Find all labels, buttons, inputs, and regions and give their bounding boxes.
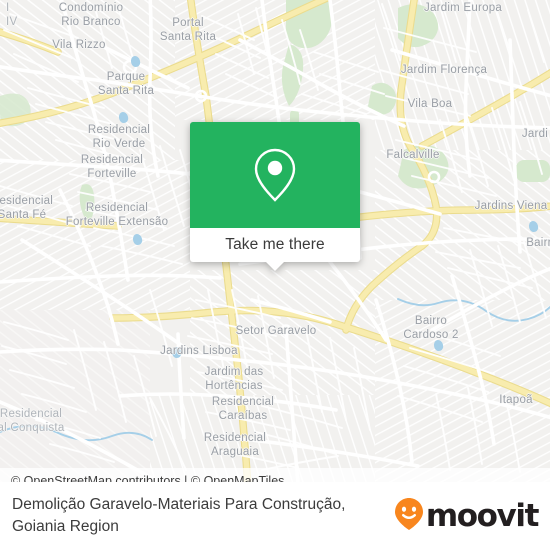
map-screenshot: I IV Condomínio Rio Branco Portal Santa Ri… — [0, 0, 550, 550]
map-popup-card[interactable]: Take me there — [190, 122, 360, 271]
moovit-smiley-pin-icon — [394, 497, 424, 536]
page-title: Demolição Garavelo-Materiais Para Constr… — [12, 496, 346, 535]
page-footer: Demolição Garavelo-Materiais Para Constr… — [0, 482, 550, 550]
take-me-there-button[interactable]: Take me there — [225, 236, 325, 254]
popup-tail — [265, 261, 285, 271]
moovit-wordmark: moovit — [425, 497, 540, 534]
location-pin-icon — [253, 147, 297, 203]
attribution-text[interactable]: © OpenStreetMap contributors | © OpenMap… — [11, 474, 284, 482]
moovit-logo[interactable]: moovit — [394, 497, 540, 536]
popup-image-placeholder — [190, 122, 360, 228]
popup-action-bar[interactable]: Take me there — [190, 228, 360, 271]
map-canvas[interactable]: I IV Condomínio Rio Branco Portal Santa Ri… — [0, 0, 550, 482]
map-attribution-bar: © OpenStreetMap contributors | © OpenMap… — [0, 468, 550, 482]
